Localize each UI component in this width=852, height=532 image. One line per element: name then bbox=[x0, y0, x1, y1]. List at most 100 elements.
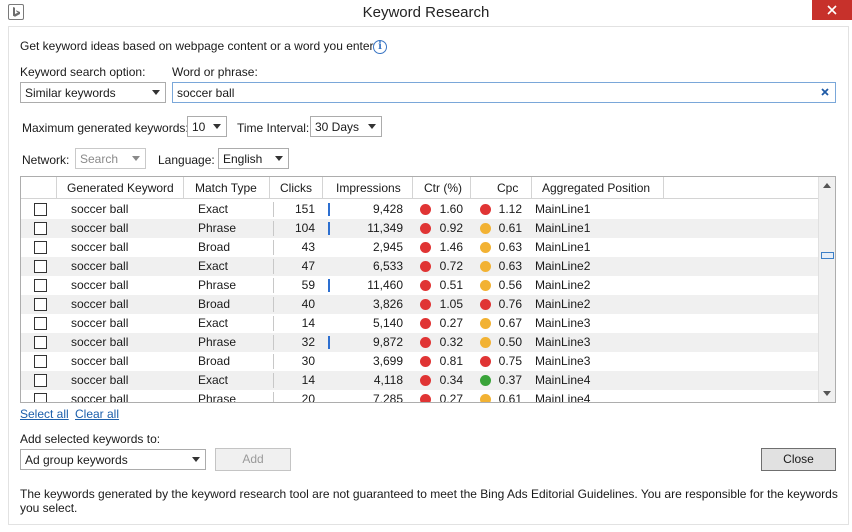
table-row[interactable]: soccer ball Phrase 20 7,285 0.27 0.61 Ma… bbox=[21, 390, 818, 403]
header-impressions[interactable]: Impressions bbox=[323, 177, 413, 199]
header-cpc[interactable]: Cpc bbox=[471, 177, 532, 199]
keyword-cell: soccer ball bbox=[71, 373, 129, 387]
clicks-bar bbox=[328, 279, 330, 292]
row-checkbox[interactable] bbox=[34, 355, 47, 368]
cpc-status-dot bbox=[480, 337, 491, 348]
clicks-bar bbox=[328, 336, 330, 349]
language-dropdown[interactable]: English bbox=[218, 148, 289, 169]
row-checkbox[interactable] bbox=[34, 317, 47, 330]
position-cell: MainLine2 bbox=[535, 278, 591, 292]
row-checkbox[interactable] bbox=[34, 336, 47, 349]
match-type-cell: Exact bbox=[198, 316, 229, 330]
impressions-cell: 5,140 bbox=[372, 316, 403, 330]
clear-all-link[interactable]: Clear all bbox=[75, 407, 119, 421]
impressions-cell: 3,826 bbox=[372, 297, 403, 311]
table-row[interactable]: soccer ball Phrase 59 11,460 0.51 0.56 M… bbox=[21, 276, 818, 295]
position-cell: MainLine1 bbox=[535, 240, 591, 254]
scroll-thumb[interactable] bbox=[821, 252, 834, 259]
select-all-link[interactable]: Select all bbox=[20, 407, 69, 421]
table-row[interactable]: soccer ball Broad 30 3,699 0.81 0.75 Mai… bbox=[21, 352, 818, 371]
row-checkbox[interactable] bbox=[34, 222, 47, 235]
chevron-down-icon bbox=[132, 156, 140, 161]
table-row[interactable]: soccer ball Phrase 32 9,872 0.32 0.50 Ma… bbox=[21, 333, 818, 352]
grid-vertical-scrollbar[interactable] bbox=[818, 177, 835, 402]
clicks-cell: 59 bbox=[301, 278, 315, 292]
keyword-cell: soccer ball bbox=[71, 297, 129, 311]
keyword-cell: soccer ball bbox=[71, 259, 129, 273]
keyword-cell: soccer ball bbox=[71, 354, 129, 368]
cpc-cell: 0.37 bbox=[498, 373, 522, 387]
position-cell: MainLine4 bbox=[535, 373, 591, 387]
match-type-cell: Exact bbox=[198, 259, 229, 273]
clicks-cell: 151 bbox=[294, 202, 315, 216]
phrase-input[interactable] bbox=[177, 85, 797, 100]
cpc-status-dot bbox=[480, 394, 491, 402]
cpc-status-dot bbox=[480, 280, 491, 291]
table-row[interactable]: soccer ball Broad 40 3,826 1.05 0.76 Mai… bbox=[21, 295, 818, 314]
header-generated-keyword[interactable]: Generated Keyword bbox=[57, 177, 184, 199]
ctr-cell: 1.05 bbox=[439, 297, 463, 311]
table-row[interactable]: soccer ball Exact 14 5,140 0.27 0.67 Mai… bbox=[21, 314, 818, 333]
keyword-cell: soccer ball bbox=[71, 278, 129, 292]
add-button[interactable]: Add bbox=[215, 448, 291, 471]
clicks-cell: 32 bbox=[301, 335, 315, 349]
cpc-cell: 0.75 bbox=[498, 354, 522, 368]
row-checkbox[interactable] bbox=[34, 260, 47, 273]
ctr-cell: 0.51 bbox=[439, 278, 463, 292]
impressions-cell: 2,945 bbox=[372, 240, 403, 254]
clear-x-icon[interactable] bbox=[819, 86, 831, 98]
impressions-cell: 3,699 bbox=[372, 354, 403, 368]
header-aggregated-position[interactable]: Aggregated Position bbox=[532, 177, 664, 199]
table-row[interactable]: soccer ball Exact 151 9,428 1.60 1.12 Ma… bbox=[21, 200, 818, 219]
row-checkbox[interactable] bbox=[34, 393, 47, 402]
row-checkbox[interactable] bbox=[34, 203, 47, 216]
keyword-results-grid: Generated Keyword Match Type Clicks Impr… bbox=[20, 176, 836, 403]
title-bar: Keyword Research bbox=[0, 0, 852, 26]
add-to-dropdown[interactable]: Ad group keywords bbox=[20, 449, 206, 470]
keyword-cell: soccer ball bbox=[71, 221, 129, 235]
keyword-cell: soccer ball bbox=[71, 392, 129, 403]
network-value: Search bbox=[80, 152, 119, 166]
ctr-status-dot bbox=[420, 223, 431, 234]
clicks-cell: 20 bbox=[301, 392, 315, 403]
ctr-status-dot bbox=[420, 280, 431, 291]
match-type-cell: Phrase bbox=[198, 221, 237, 235]
header-clicks[interactable]: Clicks bbox=[270, 177, 323, 199]
position-cell: MainLine1 bbox=[535, 221, 591, 235]
table-row[interactable]: soccer ball Phrase 104 11,349 0.92 0.61 … bbox=[21, 219, 818, 238]
add-to-value: Ad group keywords bbox=[25, 453, 128, 467]
row-checkbox[interactable] bbox=[34, 241, 47, 254]
interval-dropdown[interactable]: 30 Days bbox=[310, 116, 382, 137]
scroll-down-icon[interactable] bbox=[823, 391, 831, 396]
table-row[interactable]: soccer ball Exact 14 4,118 0.34 0.37 Mai… bbox=[21, 371, 818, 390]
chevron-down-icon bbox=[192, 457, 200, 462]
clicks-cell: 14 bbox=[301, 373, 315, 387]
row-checkbox[interactable] bbox=[34, 374, 47, 387]
ctr-status-dot bbox=[420, 356, 431, 367]
phrase-field[interactable] bbox=[172, 82, 836, 103]
cpc-cell: 0.56 bbox=[498, 278, 522, 292]
impressions-cell: 11,349 bbox=[367, 221, 403, 235]
header-select-column[interactable] bbox=[21, 177, 57, 199]
scroll-up-icon[interactable] bbox=[823, 183, 831, 188]
cpc-status-dot bbox=[480, 299, 491, 310]
network-dropdown: Search bbox=[75, 148, 146, 169]
position-cell: MainLine2 bbox=[535, 297, 591, 311]
max-keywords-dropdown[interactable]: 10 bbox=[187, 116, 227, 137]
ctr-cell: 0.34 bbox=[439, 373, 463, 387]
cpc-cell: 0.61 bbox=[498, 392, 522, 403]
close-button[interactable]: Close bbox=[761, 448, 836, 471]
search-option-label: Keyword search option: bbox=[20, 65, 146, 79]
match-type-cell: Exact bbox=[198, 373, 229, 387]
table-row[interactable]: soccer ball Broad 43 2,945 1.46 0.63 Mai… bbox=[21, 238, 818, 257]
search-option-dropdown[interactable]: Similar keywords bbox=[20, 82, 166, 103]
table-row[interactable]: soccer ball Exact 47 6,533 0.72 0.63 Mai… bbox=[21, 257, 818, 276]
row-checkbox[interactable] bbox=[34, 279, 47, 292]
info-icon[interactable]: i bbox=[373, 40, 387, 54]
window-close-button[interactable] bbox=[812, 0, 852, 20]
header-match-type[interactable]: Match Type bbox=[184, 177, 270, 199]
header-ctr[interactable]: Ctr (%) bbox=[413, 177, 471, 199]
ctr-status-dot bbox=[420, 299, 431, 310]
row-checkbox[interactable] bbox=[34, 298, 47, 311]
cpc-status-dot bbox=[480, 223, 491, 234]
